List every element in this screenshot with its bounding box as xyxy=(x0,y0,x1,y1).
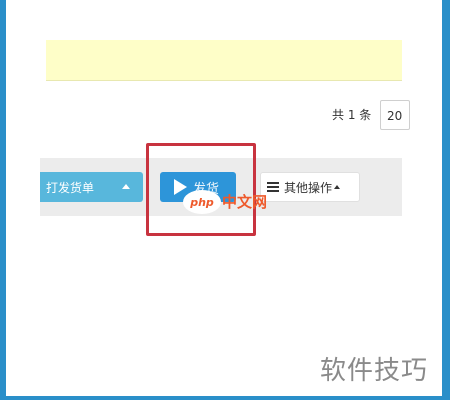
print-invoice-dropdown[interactable]: 打发货单 xyxy=(40,172,143,202)
list-icon xyxy=(267,182,279,192)
caret-up-icon xyxy=(122,184,130,189)
more-actions-dropdown[interactable]: 其他操作 xyxy=(260,172,360,202)
php-logo-watermark: php xyxy=(183,190,221,214)
notice-bar xyxy=(46,40,402,81)
cn-watermark-text: 中文网 xyxy=(222,193,268,211)
window-frame-right xyxy=(442,0,450,400)
window-frame-bottom xyxy=(0,396,450,400)
caret-up-icon xyxy=(334,185,341,189)
total-count: 共 1 条 xyxy=(332,108,372,122)
php-logo-text: php xyxy=(190,195,214,209)
window-frame-left xyxy=(0,0,6,400)
print-invoice-label: 打发货单 xyxy=(46,180,95,195)
more-actions-label: 其他操作 xyxy=(284,180,333,195)
page-size-select[interactable]: 20 xyxy=(380,100,410,130)
skill-watermark: 软件技巧 xyxy=(320,356,429,386)
